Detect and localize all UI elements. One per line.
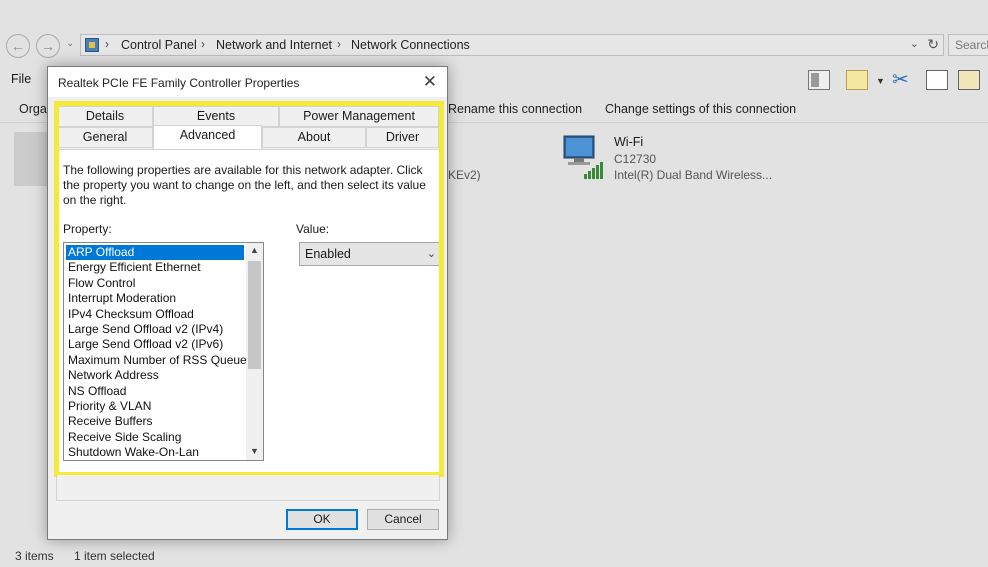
breadcrumb-separator-icon[interactable]: › <box>201 37 205 51</box>
back-icon[interactable]: ← <box>6 34 30 58</box>
ok-button[interactable]: OK <box>286 509 358 530</box>
breadcrumb-network-connections[interactable]: Network Connections <box>351 38 470 52</box>
cut-icon[interactable]: ✂ <box>892 70 914 90</box>
connection-ssid: C12730 <box>614 152 657 166</box>
menu-file[interactable]: File <box>11 72 31 86</box>
breadcrumb-network-and-internet[interactable]: Network and Internet <box>216 38 332 52</box>
search-input[interactable]: Search <box>948 34 988 56</box>
connection-adapter: Intel(R) Dual Band Wireless... <box>614 168 773 182</box>
change-settings-button[interactable]: Change settings of this connection <box>605 102 796 116</box>
forward-icon[interactable]: → <box>36 34 60 58</box>
recent-locations-icon[interactable]: ⌄ <box>66 38 74 49</box>
control-panel-icon <box>85 38 99 52</box>
status-bar: 3 items 1 item selected <box>0 540 988 567</box>
rename-connection-button[interactable]: Rename this connection <box>448 102 582 116</box>
refresh-icon[interactable]: ↻ <box>927 36 939 53</box>
copy-icon[interactable] <box>926 70 948 90</box>
breadcrumb-control-panel[interactable]: Control Panel <box>121 38 197 52</box>
preview-pane-icon[interactable] <box>808 70 830 90</box>
status-item-count: 3 items <box>15 549 54 563</box>
connection-name: Wi-Fi <box>614 135 644 149</box>
dialog-title: Realtek PCIe FE Family Controller Proper… <box>58 76 300 90</box>
network-adapter-icon <box>563 135 603 179</box>
close-icon[interactable]: ✕ <box>423 72 437 92</box>
address-bar[interactable]: › Control Panel › Network and Internet ›… <box>80 34 944 56</box>
connection-partial-text: KEv2) <box>448 168 481 182</box>
dropdown-arrow-icon[interactable]: ▼ <box>876 76 885 86</box>
panel-lower-frame <box>56 475 440 501</box>
cancel-button[interactable]: Cancel <box>367 509 439 530</box>
highlight-outline <box>54 101 444 477</box>
breadcrumb-separator-icon[interactable]: › <box>105 37 109 51</box>
breadcrumb-separator-icon[interactable]: › <box>337 37 341 51</box>
status-selected-count: 1 item selected <box>74 549 155 563</box>
properties-icon[interactable] <box>846 70 868 90</box>
chevron-down-icon[interactable]: ⌄ <box>910 37 919 50</box>
address-bar-row: ← → ⌄ › Control Panel › Network and Inte… <box>0 30 988 62</box>
paste-icon[interactable] <box>958 70 980 90</box>
adapter-properties-dialog: Realtek PCIe FE Family Controller Proper… <box>47 66 448 540</box>
dialog-titlebar[interactable]: Realtek PCIe FE Family Controller Proper… <box>48 67 447 97</box>
